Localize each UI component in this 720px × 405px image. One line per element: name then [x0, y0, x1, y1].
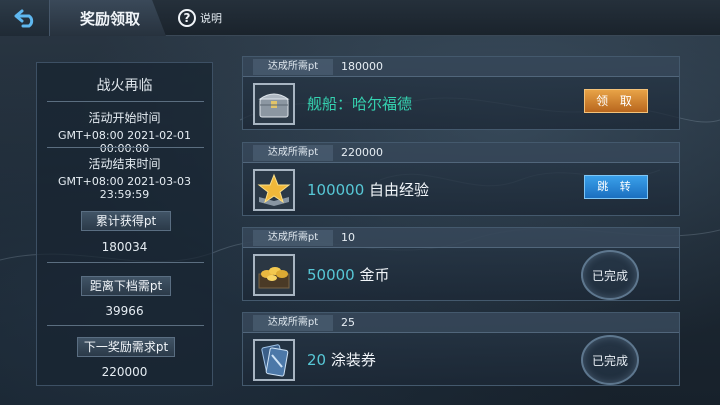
reward-description: 20 涂装券: [307, 349, 376, 370]
next-req-pt-label: 下一奖励需求pt: [77, 337, 175, 357]
reward-description: 舰船：哈尔福德: [307, 93, 412, 114]
reward-requirement-row: 达成所需pt 180000: [243, 57, 679, 77]
divider: [47, 101, 204, 102]
top-bar: 奖励领取 ? 说明: [0, 0, 720, 36]
reward-description: 50000 金币: [307, 264, 390, 285]
reward-requirement-row: 达成所需pt 10: [243, 228, 679, 248]
question-mark-icon: ?: [178, 9, 196, 27]
claim-button[interactable]: 领 取: [584, 89, 648, 113]
requirement-label: 达成所需pt: [253, 59, 333, 75]
reward-requirement-row: 达成所需pt 220000: [243, 143, 679, 163]
event-info-panel: 战火再临 活动开始时间 GMT+08:00 2021-02-01 00:00:0…: [36, 62, 213, 386]
reward-amount: 50000: [307, 266, 355, 284]
reward-name: 涂装券: [330, 351, 376, 369]
reward-name: 自由经验: [369, 181, 430, 199]
camouflage-ticket-icon: [253, 339, 295, 381]
requirement-label: 达成所需pt: [253, 230, 333, 246]
help-label: 说明: [200, 12, 222, 25]
reward-card: 达成所需pt 10 50000 金币 已完成: [242, 227, 680, 301]
next-gap-pt-value: 39966: [105, 304, 144, 318]
requirement-value: 25: [341, 316, 355, 329]
back-arrow-icon: [14, 9, 33, 28]
divider: [47, 325, 204, 326]
requirement-label: 达成所需pt: [253, 145, 333, 161]
start-time-value: GMT+08:00 2021-02-01 00:00:00: [57, 129, 192, 155]
reward-requirement-row: 达成所需pt 25: [243, 313, 679, 333]
reward-amount: 100000: [307, 181, 365, 199]
earned-pt-label: 累计获得pt: [81, 211, 171, 231]
completed-badge: 已完成: [581, 335, 639, 385]
end-time-label: 活动结束时间: [88, 157, 161, 171]
reward-description: 100000 自由经验: [307, 179, 429, 200]
help-link[interactable]: ? 说明: [178, 8, 222, 28]
gold-coins-icon: [253, 254, 295, 296]
requirement-value: 220000: [341, 146, 383, 159]
reward-name: 舰船：哈尔福德: [307, 95, 413, 113]
requirement-value: 180000: [341, 60, 383, 73]
treasure-chest-icon: [253, 83, 295, 125]
next-req-pt-value: 220000: [101, 365, 148, 379]
go-to-button[interactable]: 跳 转: [584, 175, 648, 199]
next-gap-pt-label: 距离下档需pt: [81, 276, 171, 296]
star-medal-icon: [253, 169, 295, 211]
back-button[interactable]: [0, 0, 50, 36]
completed-badge: 已完成: [581, 250, 639, 300]
start-time-label: 活动开始时间: [88, 111, 161, 125]
reward-amount: 20: [307, 351, 327, 369]
event-name: 战火再临: [96, 78, 153, 94]
requirement-value: 10: [341, 231, 355, 244]
reward-card: 达成所需pt 220000 100000 自由经验 跳 转: [242, 142, 680, 216]
divider: [47, 262, 204, 263]
reward-name: 金币: [359, 266, 390, 284]
page-title-text: 奖励领取: [80, 9, 141, 28]
divider: [47, 147, 204, 148]
earned-pt-value: 180034: [101, 240, 148, 254]
requirement-label: 达成所需pt: [253, 315, 333, 331]
page-title: 奖励领取: [50, 0, 166, 36]
end-time-value: GMT+08:00 2021-03-03 23:59:59: [57, 175, 192, 201]
reward-card: 达成所需pt 25 20 涂装券 已完成: [242, 312, 680, 386]
reward-card: 达成所需pt 180000 舰船：哈尔福德 领 取: [242, 56, 680, 130]
